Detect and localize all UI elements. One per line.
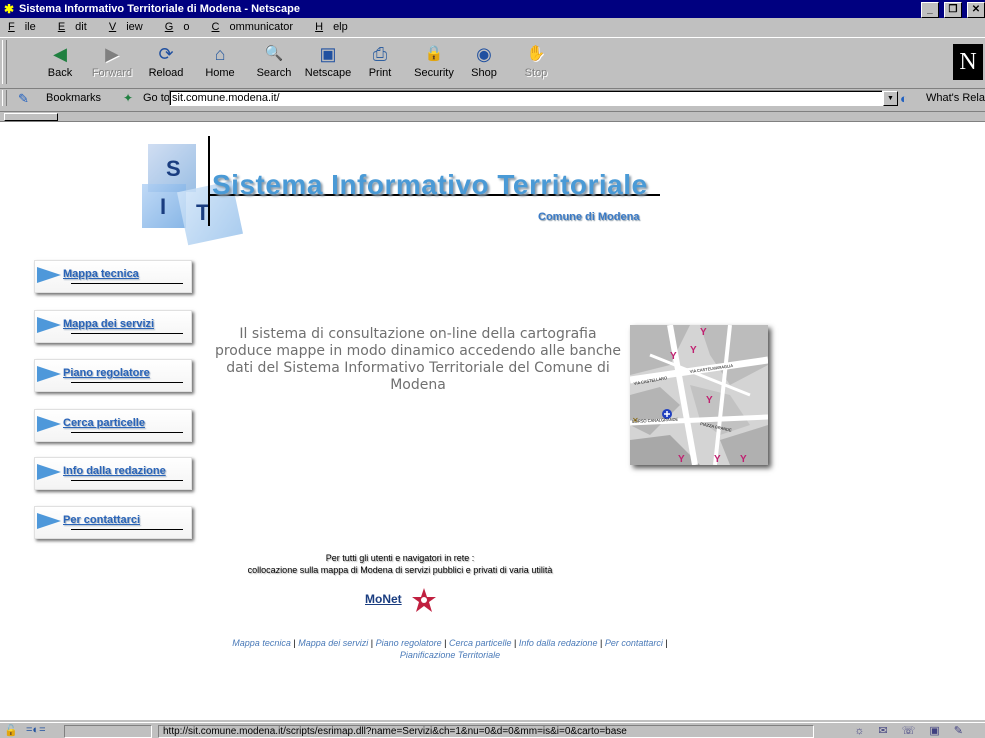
component-bar-icons[interactable]: ☼✉☏▣✎ (854, 724, 977, 737)
netscape-button[interactable]: ▣ Netscape (302, 40, 354, 86)
status-bar: 🔓 =◐= http://sit.comune.modena.it/script… (0, 722, 985, 738)
menu-view[interactable]: View (100, 18, 153, 36)
minimize-button[interactable]: _ (920, 2, 939, 18)
status-text: http://sit.comune.modena.it/scripts/esri… (158, 725, 814, 738)
window-title: Sistema Informativo Territoriale di Mode… (19, 3, 300, 15)
menu-communicator[interactable]: Communicator (203, 18, 304, 36)
nav-info-dalla-redazione[interactable]: Info dalla redazione (34, 457, 192, 490)
logo-vertical-rule (208, 136, 210, 226)
search-button[interactable]: 🔍 Search (248, 40, 300, 86)
home-icon: ⌂ (214, 44, 226, 64)
menu-file[interactable]: File (0, 18, 46, 36)
menu-help[interactable]: Help (306, 18, 358, 36)
search-icon: 🔍 (264, 45, 284, 62)
menu-edit[interactable]: Edit (49, 18, 97, 36)
home-button[interactable]: ⌂ Home (194, 40, 246, 86)
footer-link-piano-regolatore[interactable]: Piano regolatore (376, 638, 442, 648)
page-description: Il sistema di consultazione on-line dell… (214, 326, 622, 393)
footer-link-cerca-particelle[interactable]: Cerca particelle (449, 638, 512, 648)
page-content: S I T Sistema Informativo Territoriale C… (0, 121, 985, 720)
print-button[interactable]: ⎙ Print (354, 40, 406, 86)
footer-link-mappa-tecnica[interactable]: Mappa tecnica (232, 638, 291, 648)
collapsed-toolbar-strip (0, 111, 985, 121)
monet-tagline: Per tutti gli utenti e navigatori in ret… (247, 553, 553, 575)
nav-wedge-icon (37, 464, 61, 480)
security-lock-icon: 🔒 (424, 45, 444, 62)
back-button[interactable]: ◀ Back (34, 40, 86, 86)
netscape-app-icon: ✱ (3, 2, 15, 16)
nav-cerca-particelle[interactable]: Cerca particelle (34, 409, 192, 442)
footer-link-pianificazione[interactable]: Pianificazione Territoriale (170, 649, 730, 661)
nav-wedge-icon (37, 366, 61, 382)
svg-text:Y: Y (714, 454, 721, 465)
window-controls: _ ❐ ✕ (919, 2, 985, 18)
nav-mappa-dei-servizi[interactable]: Mappa dei servizi (34, 310, 192, 343)
map-thumbnail[interactable]: YYY YY YY VIA CASTELLARO VIA CASTELMARAGL… (630, 325, 768, 465)
footer-link-mappa-dei-servizi[interactable]: Mappa dei servizi (298, 638, 368, 648)
svg-text:✕: ✕ (632, 416, 639, 425)
netscape-logo[interactable]: N (953, 44, 983, 80)
location-toolbar: ✎ Bookmarks ✦ Go to: ▼ ◐ What's Related (0, 88, 985, 110)
logo-letter-i: I (160, 194, 167, 219)
online-status-icon[interactable]: =◐= (26, 724, 46, 736)
my-netscape-icon: ▣ (319, 44, 337, 64)
maximize-button[interactable]: ❐ (943, 2, 962, 18)
page-subtitle: Comune di Modena (538, 211, 640, 223)
nav-piano-regolatore[interactable]: Piano regolatore (34, 359, 192, 392)
whats-related-button[interactable]: What's Related (926, 92, 985, 104)
toolbar-grip[interactable] (2, 40, 7, 84)
whats-related-icon[interactable]: ◐ (900, 91, 908, 106)
location-page-icon[interactable]: ✦ (123, 91, 133, 105)
footer-links: Mappa tecnica | Mappa dei servizi | Pian… (170, 637, 730, 661)
logo-letter-s: S (166, 156, 181, 181)
security-button[interactable]: 🔒 Security (408, 40, 460, 86)
location-grip[interactable] (2, 90, 7, 106)
forward-button[interactable]: ▶ Forward (86, 40, 138, 86)
svg-text:Y: Y (678, 454, 685, 465)
collapsed-toolbar-tab[interactable] (4, 113, 58, 121)
shop-icon: ◉ (476, 44, 492, 64)
url-input[interactable] (169, 90, 883, 106)
menu-bar: File Edit View Go Communicator Help (0, 18, 985, 36)
menu-go[interactable]: Go (156, 18, 200, 36)
reload-button[interactable]: ⟳ Reload (140, 40, 192, 86)
print-icon: ⎙ (372, 44, 388, 64)
navigation-toolbar: ◀ Back ▶ Forward ⟳ Reload ⌂ Home 🔍 Searc… (0, 37, 985, 89)
title-bar[interactable]: ✱ Sistema Informativo Territoriale di Mo… (0, 0, 985, 18)
nav-wedge-icon (37, 513, 61, 529)
progress-bar (64, 725, 152, 738)
security-status-icon[interactable]: 🔓 (4, 724, 18, 737)
stop-button[interactable]: ✋ Stop (510, 40, 562, 86)
close-button[interactable]: ✕ (967, 2, 985, 18)
reload-icon: ⟳ (158, 44, 174, 64)
svg-text:Y: Y (690, 345, 697, 356)
svg-text:Y: Y (700, 327, 707, 338)
svg-text:Y: Y (740, 454, 747, 465)
stop-icon: ✋ (526, 45, 546, 62)
bookmarks-icon[interactable]: ✎ (18, 91, 29, 107)
url-history-dropdown[interactable]: ▼ (883, 91, 898, 106)
forward-arrow-icon: ▶ (105, 44, 119, 64)
nav-wedge-icon (37, 267, 61, 283)
nav-per-contattarci[interactable]: Per contattarci (34, 506, 192, 539)
svg-text:Y: Y (670, 351, 677, 362)
footer-link-per-contattarci[interactable]: Per contattarci (605, 638, 663, 648)
monet-star-icon[interactable] (410, 586, 438, 614)
page-title: Sistema Informativo Territoriale (212, 169, 648, 200)
shop-button[interactable]: ◉ Shop (458, 40, 510, 86)
nav-wedge-icon (37, 416, 61, 432)
browser-window: ✱ Sistema Informativo Territoriale di Mo… (0, 0, 985, 738)
back-arrow-icon: ◀ (53, 44, 67, 64)
svg-text:Y: Y (706, 395, 713, 406)
bookmarks-button[interactable]: Bookmarks (46, 92, 101, 104)
nav-mappa-tecnica[interactable]: Mappa tecnica (34, 260, 192, 293)
footer-link-info-dalla-redazione[interactable]: Info dalla redazione (519, 638, 598, 648)
nav-wedge-icon (37, 317, 61, 333)
monet-link[interactable]: MoNet (365, 592, 402, 606)
